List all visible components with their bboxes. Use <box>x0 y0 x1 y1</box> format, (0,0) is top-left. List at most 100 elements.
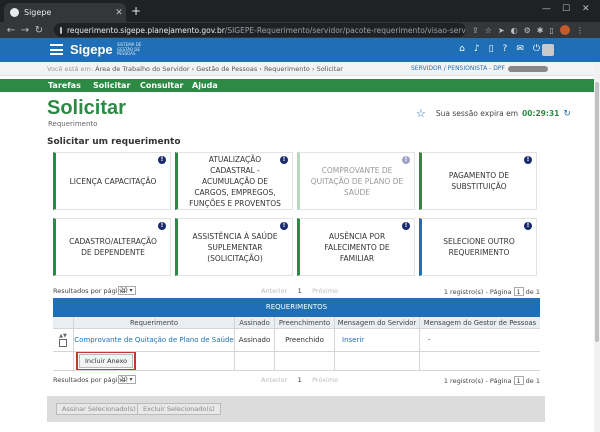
new-tab-icon[interactable]: + <box>131 4 141 18</box>
per-page-select[interactable]: 20 ▾ <box>118 375 136 384</box>
page-input[interactable]: 1 <box>513 376 524 385</box>
home-icon[interactable]: ⌂ <box>459 44 465 54</box>
info-icon[interactable]: ! <box>524 156 532 164</box>
info-icon[interactable]: ! <box>280 222 288 230</box>
menu-ajuda[interactable]: Ajuda <box>192 81 218 90</box>
card-selecione-outro[interactable]: ! SELECIONE OUTRO REQUERIMENTO <box>419 218 537 276</box>
assinar-selecionados-button[interactable]: Assinar Selecionado(s) <box>56 403 142 415</box>
card-atualizacao-cadastral[interactable]: ! ATUALIZAÇÃO CADASTRAL - ACUMULAÇÃO DE … <box>175 152 293 210</box>
minimize-icon[interactable]: — <box>542 4 551 14</box>
card-label: ASSISTÊNCIA À SAÚDE SUPLEMENTAR (SOLICIT… <box>192 231 278 263</box>
next-page-link[interactable]: Próximo <box>312 376 338 384</box>
breadcrumb: Você está em: Área de Trabalho do Servid… <box>47 65 343 73</box>
power-icon[interactable]: ⏻ <box>533 44 540 54</box>
table-header-row: Requerimento Assinado Preenchimento Mens… <box>53 317 540 329</box>
col-requerimento[interactable]: Requerimento <box>74 317 235 328</box>
page-input[interactable]: 1 <box>513 287 524 296</box>
share-icon[interactable]: ⇪ <box>472 26 479 35</box>
close-icon[interactable]: ✕ <box>112 8 126 18</box>
page-scrollbar[interactable] <box>594 62 600 432</box>
profile-avatar[interactable] <box>559 25 570 35</box>
prev-page-link[interactable]: Anterior <box>261 287 287 295</box>
info-icon[interactable]: ! <box>280 156 288 164</box>
browser-tab[interactable]: Sigepe ✕ <box>4 3 126 22</box>
sigepe-header: Sigepe SISTEMA DE GESTÃO DE PESSOAS ⌂ ♪ … <box>0 38 600 62</box>
inserir-mensagem-link[interactable]: Inserir <box>342 336 364 344</box>
info-icon[interactable]: ! <box>158 222 166 230</box>
extension-icon[interactable]: ◐ <box>511 26 518 35</box>
card-label: CADASTRO/ALTERAÇÃO DE DEPENDENTE <box>69 237 157 257</box>
card-label: LICENÇA CAPACITAÇÃO <box>69 176 157 186</box>
col-mensagem-gestor[interactable]: Mensagem do Gestor de Pessoas <box>420 317 540 328</box>
card-assistencia-saude[interactable]: ! ASSISTÊNCIA À SAÚDE SUPLEMENTAR (SOLIC… <box>175 218 293 276</box>
per-page-value: 20 <box>120 287 128 294</box>
user-avatar[interactable] <box>542 44 554 56</box>
card-licenca-capacitacao[interactable]: ! LICENÇA CAPACITAÇÃO <box>53 152 171 210</box>
refresh-session-icon[interactable]: ↻ <box>563 109 571 119</box>
per-page-select[interactable]: 20 ▾ <box>118 286 136 295</box>
mobile-icon[interactable]: ▯ <box>489 44 494 54</box>
bell-icon[interactable]: ♪ <box>474 44 480 54</box>
main-menu: Tarefas Solicitar Consultar Ajuda <box>0 79 600 92</box>
col-preenchimento[interactable]: Preenchimento <box>275 317 335 328</box>
browser-menu-icon[interactable]: ⋮ <box>576 26 584 35</box>
breadcrumb-bar: Você está em: Área de Trabalho do Servid… <box>0 62 600 76</box>
info-icon[interactable]: ! <box>402 222 410 230</box>
settings-icon[interactable]: ⚙ <box>524 26 531 35</box>
session-timer: ☆ Sua sessão expira em 00:29:31 ↻ <box>416 107 571 120</box>
back-icon[interactable]: ← <box>4 25 18 36</box>
requerimento-link[interactable]: Comprovante de Quitação de Plano de Saúd… <box>74 336 233 344</box>
menu-solicitar[interactable]: Solicitar <box>93 81 130 90</box>
favorite-star-icon[interactable]: ☆ <box>416 107 426 120</box>
pager-bottom: Resultados por página: 20 ▾ Anterior 1 P… <box>53 375 540 387</box>
reload-icon[interactable]: ↻ <box>32 25 46 36</box>
sidebar-icon[interactable]: ▯ <box>549 26 553 35</box>
incluir-anexo-button[interactable]: Incluir Anexo <box>76 352 137 370</box>
card-label: ATUALIZAÇÃO CADASTRAL - ACUMULAÇÃO DE CA… <box>189 154 281 208</box>
window-close-icon[interactable]: ✕ <box>582 4 590 14</box>
card-cadastro-dependente[interactable]: ! CADASTRO/ALTERAÇÃO DE DEPENDENTE <box>53 218 171 276</box>
current-page: 1 <box>297 287 302 295</box>
col-mensagem-servidor[interactable]: Mensagem do Servidor <box>335 317 420 328</box>
globe-icon <box>10 8 19 17</box>
hamburger-menu-icon[interactable] <box>50 44 63 55</box>
url-bar[interactable]: requerimento.sigepe.planejamento.gov.br /… <box>54 23 466 37</box>
forward-icon[interactable]: → <box>18 25 32 36</box>
info-icon[interactable]: ! <box>402 156 410 164</box>
menu-consultar[interactable]: Consultar <box>140 81 183 90</box>
session-label: Sua sessão expira em <box>435 109 519 118</box>
preenchimento-value: Preenchido <box>285 336 324 344</box>
info-icon[interactable]: ! <box>158 156 166 164</box>
scrollbar-thumb[interactable] <box>595 82 599 342</box>
per-page-value: 20 <box>120 376 128 383</box>
prev-page-link[interactable]: Anterior <box>261 376 287 384</box>
page-subtitle: Requerimento <box>48 120 98 128</box>
email-icon[interactable]: ✉ <box>516 44 524 54</box>
menu-tarefas[interactable]: Tarefas <box>48 81 81 90</box>
profile-name-redacted <box>507 65 548 72</box>
info-icon[interactable]: ! <box>524 222 532 230</box>
profile-selector[interactable]: SERVIDOR / PENSIONISTA - DPF <box>411 65 548 72</box>
maximize-icon[interactable]: ☐ <box>562 4 570 14</box>
card-label: AUSÊNCIA POR FALECIMENTO DE FAMILIAR <box>324 231 390 263</box>
sigepe-logo[interactable]: Sigepe <box>70 42 113 57</box>
help-icon[interactable]: ? <box>503 44 508 54</box>
next-page-link[interactable]: Próximo <box>312 287 338 295</box>
excluir-selecionados-button[interactable]: Excluir Selecionado(s) <box>137 403 221 415</box>
bookmark-star-icon[interactable]: ☆ <box>485 26 492 35</box>
card-pagamento-substituicao[interactable]: ! PAGAMENTO DE SUBSTITUIÇÃO <box>419 152 537 210</box>
page-total: de 1 <box>525 287 540 296</box>
breadcrumb-path[interactable]: Área de Trabalho do Servidor › Gestão de… <box>95 65 343 73</box>
row-checkbox[interactable] <box>59 339 67 347</box>
records-label: 1 registro(s) - Página <box>443 287 512 296</box>
logo-subtitle: SISTEMA DE GESTÃO DE PESSOAS <box>117 42 142 57</box>
puzzle-icon[interactable]: ✱ <box>537 26 544 35</box>
table-action-row: Incluir Anexo <box>53 352 540 371</box>
card-ausencia-falecimento[interactable]: ! AUSÊNCIA POR FALECIMENTO DE FAMILIAR <box>297 218 415 276</box>
records-label: 1 registro(s) - Página <box>443 376 512 385</box>
section-title: Solicitar um requerimento <box>47 137 181 147</box>
browser-tab-bar: Sigepe ✕ + — ☐ ✕ <box>0 0 600 22</box>
send-icon[interactable]: ➤ <box>498 26 505 35</box>
col-assinado[interactable]: Assinado <box>235 317 275 328</box>
per-page-label: Resultados por página: <box>53 287 128 295</box>
